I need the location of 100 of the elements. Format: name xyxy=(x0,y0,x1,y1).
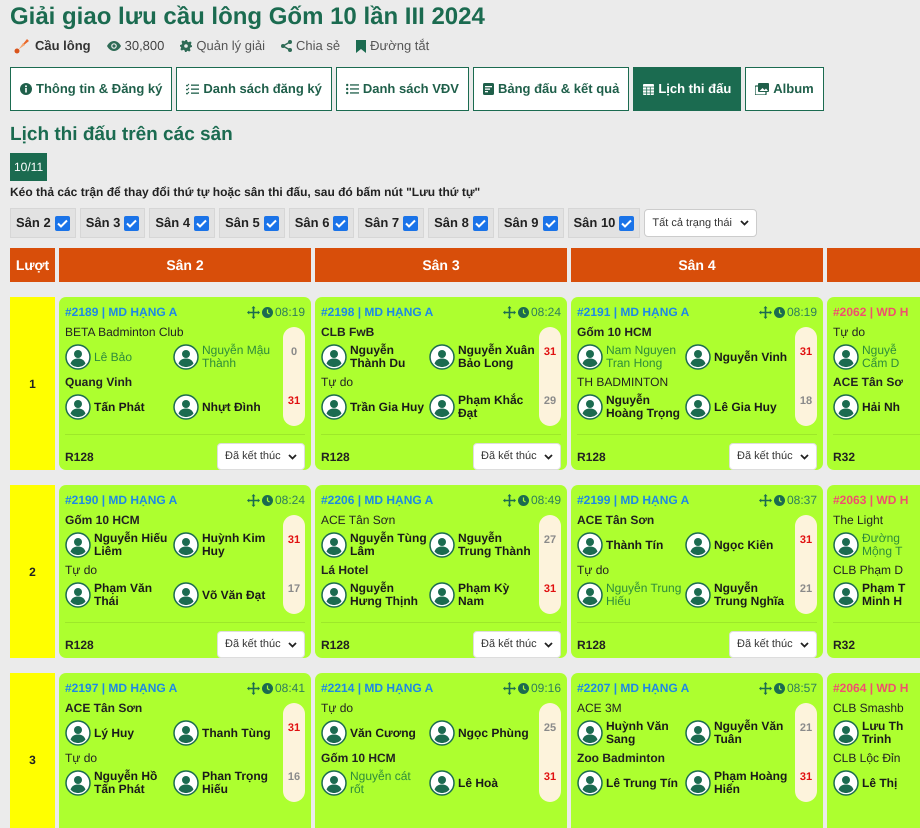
checkbox[interactable] xyxy=(472,216,488,230)
player-name: Huỳnh Kim Huy xyxy=(202,532,266,558)
court-filter[interactable]: Sân 3 xyxy=(80,208,146,238)
avatar-icon xyxy=(173,532,199,558)
match-card[interactable]: #2063 | WD H The Light Đường Mộng T CLB Phạm D Phạm T Minh H R32 xyxy=(827,485,920,658)
match-card[interactable]: #2207 | MD HẠNG A 08:57 ACE 3M Huỳnh Văn Sang Nguyễn Văn Tuân Zoo Badminton Lê Trung Tín Phạm Hoàng Hiển 21 31 xyxy=(571,673,823,828)
nav-tab[interactable]: Danh sách đăng ký xyxy=(176,67,332,111)
meta-link[interactable]: Chia sẻ xyxy=(281,36,340,56)
nav-tab[interactable]: Album xyxy=(745,67,824,111)
round-stage: R128 xyxy=(321,448,350,466)
avatar-icon xyxy=(685,394,711,420)
court-filter[interactable]: Sân 8 xyxy=(428,208,494,238)
match-code: #2063 | WD H xyxy=(833,492,908,509)
move-icon[interactable] xyxy=(246,494,260,506)
move-icon[interactable] xyxy=(502,682,516,694)
status-select[interactable]: Đã kết thúc xyxy=(217,631,305,658)
status-select[interactable]: Đã kết thúc xyxy=(473,443,561,470)
avatar-icon xyxy=(65,394,91,420)
match-code: #2199 | MD HẠNG A xyxy=(577,492,690,509)
column-header: Sân 2 xyxy=(59,248,311,282)
bookmark-icon xyxy=(356,40,366,52)
player-name: Tấn Phát xyxy=(94,400,145,414)
team-name: CLB FwB xyxy=(321,324,376,340)
checkbox[interactable] xyxy=(194,216,210,230)
avatar-icon xyxy=(65,344,91,370)
list-icon xyxy=(346,83,359,95)
player-name: Nguyễn Xuân Bảo Long xyxy=(458,344,535,370)
checkbox[interactable] xyxy=(264,216,279,230)
meta-link[interactable]: Quản lý giải xyxy=(180,36,266,56)
match-time: 09:16 xyxy=(530,680,561,697)
avatar-icon xyxy=(833,532,859,558)
match-card[interactable]: #2197 | MD HẠNG A 08:41 ACE Tân Sơn Lý Huy Thanh Tùng Tự do Nguyễn Hồ Tấn Phát Phan Trọng Hiếu 31 16 xyxy=(59,673,311,828)
chevron-icon xyxy=(288,642,297,648)
status-select[interactable]: Tất cả trạng thái xyxy=(644,209,757,237)
score: 21 xyxy=(800,582,812,597)
move-icon[interactable] xyxy=(758,306,772,318)
match-card[interactable]: #2062 | WD H Tự do Nguyễ Cẩm D ACE Tân Sơ Hải Nh R32 xyxy=(827,297,920,470)
round-stage: R128 xyxy=(321,636,350,654)
nav-tab[interactable]: Lịch thi đấu xyxy=(633,67,742,111)
checkbox[interactable] xyxy=(54,216,70,230)
player-name: Nguyễn Hồ Tấn Phát xyxy=(94,770,158,796)
match-card[interactable]: #2198 | MD HẠNG A 08:24 CLB FwB Nguyễn Thành Du Nguyễn Xuân Bảo Long Tự do Trần Gia Huy Phạm Khắc Đạt 31 29 R128 Đã kết thúc xyxy=(315,297,567,470)
checkbox[interactable] xyxy=(403,216,418,230)
meta-link[interactable]: Đường tắt xyxy=(356,36,430,56)
nav-tab[interactable]: Bảng đấu & kết quả xyxy=(472,67,630,111)
status-select[interactable]: Đã kết thúc xyxy=(473,631,561,658)
avatar-icon xyxy=(429,582,455,608)
chevron-icon xyxy=(740,220,749,226)
player-name: Nguyễn Trung Hiếu xyxy=(606,582,682,608)
player-name: Lê Trung Tín xyxy=(606,776,678,790)
match-card[interactable]: #2199 | MD HẠNG A 08:37 ACE Tân Sơn Thành Tín Ngọc Kiên Tự do Nguyễn Trung Hiếu Nguyễn Trung Nghĩa 31 21 R128 Đã kết thúc xyxy=(571,485,823,658)
nav-tab[interactable]: Danh sách VĐV xyxy=(336,67,469,111)
avatar-icon xyxy=(65,770,91,796)
match-card[interactable]: #2191 | MD HẠNG A 08:19 Gốm 10 HCM Nam Nguyen Tran Hong Nguyễn Vinh TH BADMINTON Nguyễn Hoàng Trọng Lê Gia Huy 31 18 R128 Đã kết thúc xyxy=(571,297,823,470)
move-icon[interactable] xyxy=(758,494,772,506)
status-select[interactable]: Đã kết thúc xyxy=(217,443,305,470)
score: 25 xyxy=(544,720,556,736)
match-card[interactable]: #2214 | MD HẠNG A 09:16 Tự do Văn Cương Ngọc Phùng Gốm 10 HCM Nguyễn cát rốt Lê Hoà 25 31 xyxy=(315,673,567,828)
avatar-icon xyxy=(833,344,859,370)
match-card[interactable]: #2189 | MD HẠNG A 08:19 BETA Badminton Club Lê Bảo Nguyễn Mậu Thành Quang Vinh Tấn Phát Nhựt Đình 0 31 R128 Đã kết thúc xyxy=(59,297,311,470)
section-title: Lịch thi đấu trên các sân xyxy=(10,123,234,147)
match-card[interactable]: #2064 | WD H CLB Smashb Lưu Th Trinh CLB Lộc Đỉn Lê Thị xyxy=(827,673,920,828)
score: 31 xyxy=(288,394,300,409)
round-number: 2 xyxy=(10,485,55,658)
avatar-icon xyxy=(321,770,347,796)
checkbox[interactable] xyxy=(619,216,634,230)
avatar-icon xyxy=(833,582,859,608)
avatar-icon xyxy=(321,344,347,370)
court-filter[interactable]: Sân 7 xyxy=(358,208,424,238)
checkbox[interactable] xyxy=(333,216,348,230)
player-name: Nguyễn Vinh xyxy=(714,350,788,364)
move-icon[interactable] xyxy=(246,306,260,318)
sport-label: Cầu lông xyxy=(35,37,91,56)
court-filter[interactable]: Sân 6 xyxy=(288,208,354,238)
court-filter[interactable]: Sân 9 xyxy=(498,208,564,238)
match-card[interactable]: #2190 | MD HẠNG A 08:24 Gốm 10 HCM Nguyễn Hiếu Liêm Huỳnh Kim Huy Tự do Phạm Văn Thái Võ Văn Đạt 31 17 R128 Đã kết thúc xyxy=(59,485,311,658)
checkbox[interactable] xyxy=(124,216,140,230)
move-icon[interactable] xyxy=(758,682,772,694)
court-filter[interactable]: Sân 2 xyxy=(10,208,76,238)
checkbox[interactable] xyxy=(542,216,558,230)
clock-icon xyxy=(262,682,273,694)
court-filter[interactable]: Sân 4 xyxy=(149,208,216,238)
move-icon[interactable] xyxy=(502,494,516,506)
checklist-icon xyxy=(186,83,200,95)
move-icon[interactable] xyxy=(502,306,516,318)
court-filter[interactable]: Sân 5 xyxy=(219,208,285,238)
chevron-icon xyxy=(544,642,553,648)
chevron-icon xyxy=(800,642,809,648)
nav-tab[interactable]: Thông tin & Đăng ký xyxy=(10,67,172,111)
court-filter[interactable]: Sân 10 xyxy=(568,208,640,238)
match-card[interactable]: #2206 | MD HẠNG A 08:49 ACE Tân Sơn Nguyễn Tùng Lâm Nguyễn Trung Thành Lá Hotel Nguyễn Hưng Thịnh Phạm Kỳ Nam 27 31 R128 Đã kết thúc xyxy=(315,485,567,658)
player-name: Đường Mộng T xyxy=(862,532,902,558)
team-name: ACE Tân Sơn xyxy=(321,512,396,528)
player-name: Phạm Văn Thái xyxy=(94,582,154,608)
move-icon[interactable] xyxy=(246,682,260,694)
status-select[interactable]: Đã kết thúc xyxy=(729,443,817,470)
score: 31 xyxy=(800,532,812,548)
avatar-icon xyxy=(685,770,711,796)
status-select[interactable]: Đã kết thúc xyxy=(729,631,817,658)
round-stage: R128 xyxy=(65,448,94,466)
